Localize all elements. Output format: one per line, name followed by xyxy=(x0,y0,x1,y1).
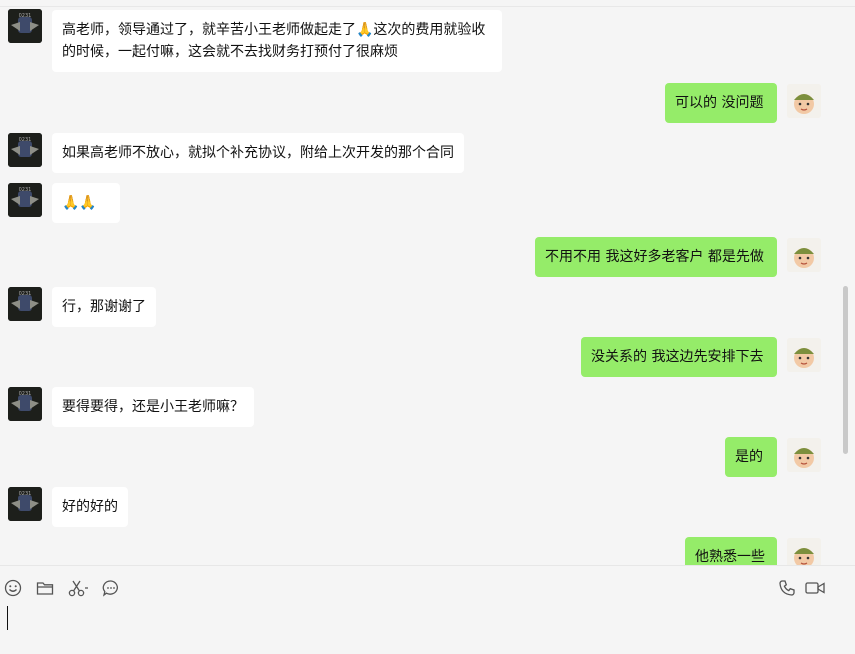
message-text: 要得要得，还是小王老师嘛？ xyxy=(62,399,244,415)
phone-icon[interactable] xyxy=(777,578,797,598)
contact-avatar[interactable]: 0231 xyxy=(8,487,42,521)
scissors-icon[interactable] xyxy=(67,578,91,598)
message-bubble-incoming[interactable]: 行，那谢谢了 xyxy=(52,287,156,327)
message-text: 可以的 没问题 xyxy=(675,95,764,111)
message-text: 是的 xyxy=(735,449,763,465)
user-avatar[interactable] xyxy=(787,84,821,118)
user-avatar[interactable] xyxy=(787,438,821,472)
chat-history[interactable]: 0231 高老师，领导通过了，就辛苦小王老师做起走了🙏这次的费用就验收的时候，一… xyxy=(0,0,855,565)
svg-text:0231: 0231 xyxy=(19,491,32,497)
message-text: 没关系的 我这边先安排下去 xyxy=(591,349,764,365)
message-text: 高老师，领导通过了，就辛苦小王老师做起走了🙏这次的费用就验收的时候，一起付嘛，这… xyxy=(62,22,486,60)
message-bubble-incoming[interactable]: 好的好的 xyxy=(52,487,128,527)
message-bubble-outgoing[interactable]: 他熟悉一些 xyxy=(685,537,777,565)
message-bubble-incoming[interactable]: 🙏🙏 xyxy=(52,183,120,223)
message-text: 如果高老师不放心，就拟个补充协议，附给上次开发的那个合同 xyxy=(62,145,454,161)
user-avatar[interactable] xyxy=(787,338,821,372)
contact-avatar[interactable]: 0231 xyxy=(8,9,42,43)
emoji-icon[interactable] xyxy=(3,578,23,598)
video-call-icon[interactable] xyxy=(804,578,826,598)
message-input-field[interactable] xyxy=(7,606,8,630)
contact-avatar[interactable]: 0231 xyxy=(8,387,42,421)
message-input-area xyxy=(0,565,855,654)
message-text: 不用不用 我这好多老客户 都是先做 xyxy=(545,249,764,265)
message-text: 🙏🙏 xyxy=(62,195,97,211)
message-bubble-outgoing[interactable]: 是的 xyxy=(725,437,777,477)
user-avatar[interactable] xyxy=(787,538,821,565)
message-text: 他熟悉一些 xyxy=(695,549,765,565)
message-text: 行，那谢谢了 xyxy=(62,299,146,315)
user-avatar[interactable] xyxy=(787,238,821,272)
chat-history-icon[interactable] xyxy=(101,578,121,598)
message-bubble-outgoing[interactable]: 可以的 没问题 xyxy=(665,83,777,123)
contact-avatar[interactable]: 0231 xyxy=(8,287,42,321)
message-text: 好的好的 xyxy=(62,499,118,515)
svg-text:0231: 0231 xyxy=(19,13,32,19)
contact-avatar[interactable]: 0231 xyxy=(8,183,42,217)
message-bubble-incoming[interactable]: 要得要得，还是小王老师嘛？ xyxy=(52,387,254,427)
svg-text:0231: 0231 xyxy=(19,291,32,297)
message-bubble-outgoing[interactable]: 没关系的 我这边先安排下去 xyxy=(581,337,777,377)
folder-icon[interactable] xyxy=(35,578,55,598)
chat-scrollbar[interactable] xyxy=(843,286,848,454)
svg-text:0231: 0231 xyxy=(19,187,32,193)
contact-avatar[interactable]: 0231 xyxy=(8,133,42,167)
message-bubble-incoming[interactable]: 高老师，领导通过了，就辛苦小王老师做起走了🙏这次的费用就验收的时候，一起付嘛，这… xyxy=(52,10,502,72)
message-bubble-outgoing[interactable]: 不用不用 我这好多老客户 都是先做 xyxy=(535,237,777,277)
top-divider xyxy=(0,6,855,7)
svg-text:0231: 0231 xyxy=(19,391,32,397)
svg-text:0231: 0231 xyxy=(19,137,32,143)
message-bubble-incoming[interactable]: 如果高老师不放心，就拟个补充协议，附给上次开发的那个合同 xyxy=(52,133,464,173)
